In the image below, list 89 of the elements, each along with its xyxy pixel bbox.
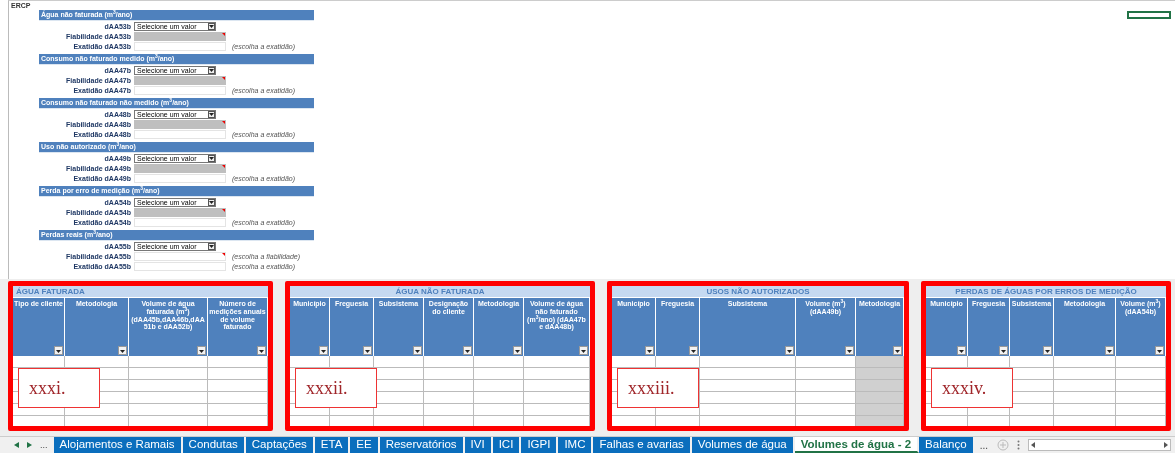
filter-button[interactable]	[257, 346, 266, 356]
sheet-tab[interactable]: EE	[350, 437, 380, 453]
caret-icon	[415, 350, 420, 354]
sheet-tab[interactable]: IGPI	[521, 437, 559, 453]
filter-button[interactable]	[999, 346, 1008, 356]
scroll-right-icon[interactable]	[1164, 442, 1168, 448]
input-field[interactable]	[134, 261, 226, 271]
caret-icon	[199, 350, 204, 354]
table-title: USOS NÃO AUTORIZADOS	[612, 286, 904, 298]
annotation-label: xxxiii.	[617, 368, 699, 409]
annotation-label: xxxiv.	[931, 368, 1013, 409]
input-field[interactable]	[134, 119, 226, 129]
input-field[interactable]	[134, 85, 226, 95]
sheet-tab[interactable]: Alojamentos e Ramais	[53, 437, 183, 453]
filter-button[interactable]	[689, 346, 698, 356]
more-tabs-button[interactable]: ...	[974, 437, 993, 453]
input-field[interactable]	[134, 163, 226, 173]
caret-icon	[209, 68, 214, 72]
caret-icon	[321, 350, 326, 354]
filter-button[interactable]	[413, 346, 422, 356]
table-title: ÁGUA NÃO FATURADA	[290, 286, 590, 298]
filter-button[interactable]	[1105, 346, 1114, 356]
caret-icon	[259, 350, 264, 354]
filter-button[interactable]	[645, 346, 654, 356]
sheet-tab[interactable]: Volumes de água	[691, 437, 795, 453]
input-field[interactable]	[134, 129, 226, 139]
caret-icon	[56, 350, 61, 354]
caret-icon	[959, 350, 964, 354]
caret-icon	[120, 350, 125, 354]
caret-icon	[365, 350, 370, 354]
sheet-tab[interactable]: Captações	[245, 437, 315, 453]
filter-button[interactable]	[957, 346, 966, 356]
caret-icon	[209, 24, 214, 28]
input-field[interactable]	[134, 173, 226, 183]
sheet-tab[interactable]: Falhas e avarias	[593, 437, 692, 453]
filter-button[interactable]	[513, 346, 522, 356]
caret-icon	[647, 350, 652, 354]
filter-button[interactable]	[319, 346, 328, 356]
scroll-left-icon[interactable]	[1031, 442, 1035, 448]
sheet-tab[interactable]: Volumes de água - 2	[794, 437, 920, 453]
filter-button[interactable]	[785, 346, 794, 356]
sheet-tab[interactable]: Balanço	[919, 437, 975, 453]
caret-icon	[209, 112, 214, 116]
caret-icon	[1157, 350, 1162, 354]
sheet-tab[interactable]: Reservatórios	[379, 437, 465, 453]
filter-button[interactable]	[197, 346, 206, 356]
caret-icon	[465, 350, 470, 354]
filter-button[interactable]	[1043, 346, 1052, 356]
caret-icon	[1107, 350, 1112, 354]
caret-icon	[787, 350, 792, 354]
sheet-tab[interactable]: IVI	[464, 437, 493, 453]
caret-icon	[1045, 350, 1050, 354]
table-title: PERDAS DE ÁGUAS POR ERROS DE MEDIÇÃO	[926, 286, 1166, 298]
caret-icon	[847, 350, 852, 354]
input-field[interactable]	[134, 251, 226, 261]
filter-button[interactable]	[845, 346, 854, 356]
sheet-tab[interactable]: IMC	[558, 437, 594, 453]
annotation-label: xxxi.	[18, 368, 100, 409]
horizontal-scrollbar[interactable]	[1028, 439, 1171, 451]
annotation-label: xxxii.	[295, 368, 377, 409]
filter-button[interactable]	[1155, 346, 1164, 356]
caret-icon	[209, 156, 214, 160]
sheet-tab[interactable]: ICI	[492, 437, 522, 453]
filter-button[interactable]	[579, 346, 588, 356]
table-title: ÁGUA FATURADA	[13, 286, 268, 298]
input-field[interactable]	[134, 217, 226, 227]
filter-button[interactable]	[363, 346, 372, 356]
input-field[interactable]	[134, 41, 226, 51]
caret-icon	[209, 244, 214, 248]
input-field[interactable]	[134, 75, 226, 85]
filter-button[interactable]	[893, 346, 902, 356]
scroll-left-icon[interactable]	[14, 442, 19, 448]
caret-icon	[691, 350, 696, 354]
scroll-right-icon[interactable]	[27, 442, 32, 448]
input-field[interactable]	[134, 31, 226, 41]
sheet-tab[interactable]: ETA	[314, 437, 351, 453]
caret-icon	[581, 350, 586, 354]
drag-handle-icon[interactable]	[1017, 440, 1020, 450]
caret-icon	[1001, 350, 1006, 354]
caret-icon	[209, 200, 214, 204]
more-tabs-button[interactable]: ...	[40, 440, 48, 450]
caret-icon	[895, 350, 900, 354]
selected-cell[interactable]	[1127, 11, 1171, 19]
filter-button[interactable]	[463, 346, 472, 356]
filter-button[interactable]	[118, 346, 127, 356]
input-field[interactable]	[134, 207, 226, 217]
caret-icon	[515, 350, 520, 354]
sheet-tab[interactable]: Condutas	[182, 437, 246, 453]
filter-button[interactable]	[54, 346, 63, 356]
